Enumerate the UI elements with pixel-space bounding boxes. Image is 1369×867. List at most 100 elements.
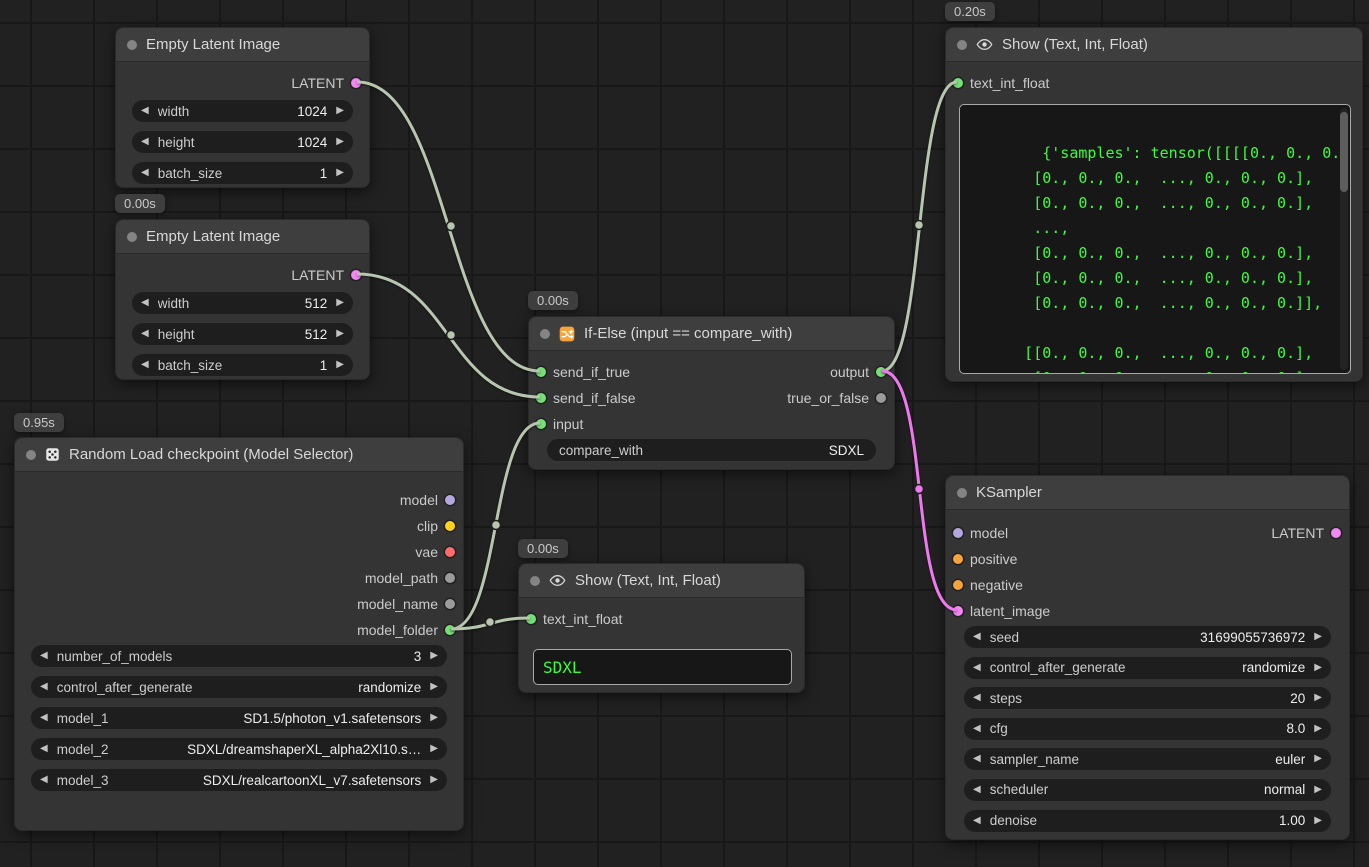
text-int-float-input-dot[interactable] (953, 78, 963, 88)
widget-height[interactable]: ◀ height 512 ▶ (132, 323, 353, 345)
model-path-output-dot[interactable] (445, 573, 455, 583)
arrow-left-icon[interactable]: ◀ (141, 329, 149, 339)
latent-output-dot[interactable] (1331, 528, 1341, 538)
arrow-right-icon[interactable]: ▶ (336, 168, 344, 178)
collapse-dot[interactable] (26, 450, 36, 460)
node-random-load-checkpoint[interactable]: Random Load checkpoint (Model Selector) … (14, 437, 464, 831)
widget-value: 1024 (297, 104, 327, 119)
arrow-right-icon[interactable]: ▶ (336, 360, 344, 370)
arrow-left-icon[interactable]: ◀ (973, 632, 981, 642)
text-int-float-input-dot[interactable] (526, 614, 536, 624)
node-ksampler[interactable]: KSampler model positive negative lat (945, 475, 1350, 840)
arrow-right-icon[interactable]: ▶ (430, 744, 438, 754)
arrow-left-icon[interactable]: ◀ (973, 785, 981, 795)
arrow-left-icon[interactable]: ◀ (40, 713, 48, 723)
collapse-dot[interactable] (127, 232, 137, 242)
node-title-bar[interactable]: Show (Text, Int, Float) (946, 28, 1362, 62)
send-if-true-input-dot[interactable] (536, 367, 546, 377)
node-title-bar[interactable]: Empty Latent Image (116, 28, 369, 62)
latent-output-dot[interactable] (351, 78, 361, 88)
arrow-left-icon[interactable]: ◀ (973, 724, 981, 734)
node-show-text-small[interactable]: Show (Text, Int, Float) text_int_float S… (518, 563, 805, 693)
arrow-left-icon[interactable]: ◀ (141, 298, 149, 308)
widget-compare-with[interactable]: compare_with SDXL (547, 439, 876, 461)
arrow-left-icon[interactable]: ◀ (40, 775, 48, 785)
arrow-right-icon[interactable]: ▶ (336, 298, 344, 308)
model-output-dot[interactable] (445, 495, 455, 505)
collapse-dot[interactable] (127, 40, 137, 50)
arrow-right-icon[interactable]: ▶ (336, 106, 344, 116)
arrow-right-icon[interactable]: ▶ (430, 713, 438, 723)
input-input-dot[interactable] (536, 419, 546, 429)
true-or-false-output-dot[interactable] (876, 393, 886, 403)
node-title-bar[interactable]: Empty Latent Image (116, 220, 369, 254)
arrow-right-icon[interactable]: ▶ (1314, 816, 1322, 826)
arrow-left-icon[interactable]: ◀ (141, 137, 149, 147)
arrow-right-icon[interactable]: ▶ (430, 775, 438, 785)
arrow-right-icon[interactable]: ▶ (1314, 785, 1322, 795)
arrow-left-icon[interactable]: ◀ (141, 360, 149, 370)
collapse-dot[interactable] (957, 40, 967, 50)
model-name-output-dot[interactable] (445, 599, 455, 609)
node-title-bar[interactable]: If-Else (input == compare_with) (529, 317, 894, 351)
arrow-right-icon[interactable]: ▶ (1314, 632, 1322, 642)
arrow-right-icon[interactable]: ▶ (336, 329, 344, 339)
widget-batch-size[interactable]: ◀ batch_size 1 ▶ (132, 162, 353, 184)
widget-sampler-name[interactable]: ◀ sampler_name euler ▶ (964, 748, 1331, 770)
arrow-right-icon[interactable]: ▶ (336, 137, 344, 147)
node-title-bar[interactable]: KSampler (946, 476, 1349, 510)
node-graph-canvas[interactable]: 0.00s 0.95s 0.00s 0.00s 0.20s Empty Late… (0, 0, 1369, 867)
widget-model-2[interactable]: ◀ model_2 SDXL/dreamshaperXL_alpha2Xl10.… (31, 738, 447, 760)
widget-control-after-generate[interactable]: ◀ control_after_generate randomize ▶ (964, 657, 1331, 679)
vae-output-dot[interactable] (445, 547, 455, 557)
arrow-left-icon[interactable]: ◀ (973, 754, 981, 764)
output-output-dot[interactable] (876, 367, 886, 377)
arrow-right-icon[interactable]: ▶ (1314, 663, 1322, 673)
clip-output-dot[interactable] (445, 521, 455, 531)
widget-batch-size[interactable]: ◀ batch_size 1 ▶ (132, 354, 353, 376)
send-if-false-input-dot[interactable] (536, 393, 546, 403)
arrow-right-icon[interactable]: ▶ (1314, 724, 1322, 734)
positive-input-dot[interactable] (953, 554, 963, 564)
node-empty-latent-image-1[interactable]: Empty Latent Image LATENT ◀ width 1024 ▶… (115, 27, 370, 188)
arrow-left-icon[interactable]: ◀ (40, 744, 48, 754)
latent-image-input-dot[interactable] (953, 606, 963, 616)
collapse-dot[interactable] (530, 576, 540, 586)
scrollbar-thumb[interactable] (1340, 112, 1348, 192)
widget-width[interactable]: ◀ width 1024 ▶ (132, 100, 353, 122)
node-title-bar[interactable]: Show (Text, Int, Float) (519, 564, 804, 598)
arrow-left-icon[interactable]: ◀ (40, 682, 48, 692)
node-show-text-large[interactable]: Show (Text, Int, Float) text_int_float {… (945, 27, 1363, 382)
node-empty-latent-image-2[interactable]: Empty Latent Image LATENT ◀ width 512 ▶ … (115, 219, 370, 380)
arrow-left-icon[interactable]: ◀ (973, 693, 981, 703)
widget-denoise[interactable]: ◀ denoise 1.00 ▶ (964, 810, 1331, 832)
arrow-left-icon[interactable]: ◀ (973, 663, 981, 673)
arrow-right-icon[interactable]: ▶ (1314, 693, 1322, 703)
collapse-dot[interactable] (540, 329, 550, 339)
negative-input-dot[interactable] (953, 580, 963, 590)
widget-number-of-models[interactable]: ◀ number_of_models 3 ▶ (31, 645, 447, 667)
widget-steps[interactable]: ◀ steps 20 ▶ (964, 687, 1331, 709)
widget-width[interactable]: ◀ width 512 ▶ (132, 292, 353, 314)
arrow-right-icon[interactable]: ▶ (430, 651, 438, 661)
latent-output-dot[interactable] (351, 270, 361, 280)
arrow-right-icon[interactable]: ▶ (1314, 754, 1322, 764)
arrow-left-icon[interactable]: ◀ (141, 106, 149, 116)
widget-model-1[interactable]: ◀ model_1 SD1.5/photon_v1.safetensors ▶ (31, 707, 447, 729)
node-title-bar[interactable]: Random Load checkpoint (Model Selector) (15, 438, 463, 472)
widget-seed[interactable]: ◀ seed 31699055736972 ▶ (964, 626, 1331, 648)
widget-model-3[interactable]: ◀ model_3 SDXL/realcartoonXL_v7.safetens… (31, 769, 447, 791)
arrow-right-icon[interactable]: ▶ (430, 682, 438, 692)
widget-control-after-generate[interactable]: ◀ control_after_generate randomize ▶ (31, 676, 447, 698)
node-if-else[interactable]: If-Else (input == compare_with) send_if_… (528, 316, 895, 470)
widget-height[interactable]: ◀ height 1024 ▶ (132, 131, 353, 153)
arrow-left-icon[interactable]: ◀ (973, 816, 981, 826)
model-folder-output-dot[interactable] (445, 625, 455, 635)
widget-scheduler[interactable]: ◀ scheduler normal ▶ (964, 779, 1331, 801)
arrow-left-icon[interactable]: ◀ (141, 168, 149, 178)
model-input-dot[interactable] (953, 528, 963, 538)
collapse-dot[interactable] (957, 488, 967, 498)
widget-cfg[interactable]: ◀ cfg 8.0 ▶ (964, 718, 1331, 740)
arrow-left-icon[interactable]: ◀ (40, 651, 48, 661)
widget-label: seed (990, 630, 1200, 645)
